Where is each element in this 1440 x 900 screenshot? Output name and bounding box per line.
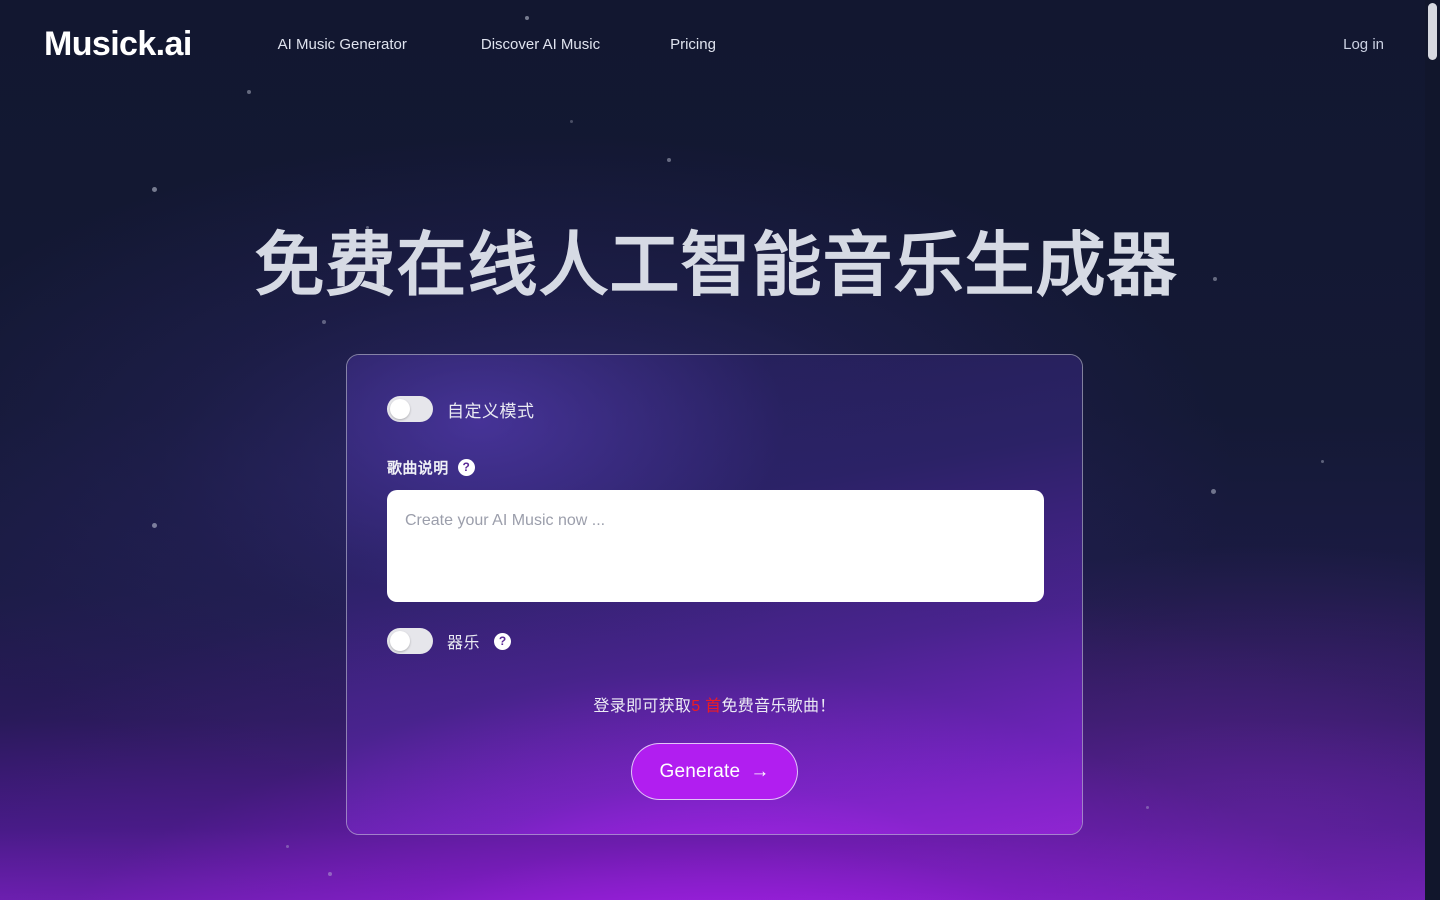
brand-logo[interactable]: Musick.ai — [44, 27, 192, 61]
star-dot — [1321, 460, 1324, 463]
scrollbar-thumb[interactable] — [1428, 3, 1437, 60]
generate-button-row: Generate → — [387, 743, 1042, 800]
star-dot — [322, 320, 326, 324]
login-promo-text: 登录即可获取5 首免费音乐歌曲！ — [387, 692, 1042, 716]
instrumental-row: 器乐 ? — [387, 628, 1042, 654]
scrollbar-track[interactable] — [1425, 0, 1440, 900]
generator-card: 自定义模式 歌曲说明 ? 器乐 ? 登录即可获取5 首免费音乐歌曲！ Gener… — [346, 354, 1083, 835]
help-circle-icon[interactable]: ? — [457, 459, 475, 476]
star-dot — [286, 845, 289, 848]
promo-highlight-count: 5 首 — [691, 698, 722, 715]
star-dot — [152, 523, 157, 528]
star-dot — [1146, 806, 1149, 809]
nav-pricing[interactable]: Pricing — [668, 30, 718, 59]
promo-suffix: 免费音乐歌曲！ — [721, 698, 836, 715]
page-title: 免费在线人工智能音乐生成器 — [254, 226, 1178, 304]
instrumental-label: 器乐 — [447, 635, 481, 652]
help-circle-icon[interactable]: ? — [494, 632, 512, 650]
star-dot — [152, 187, 157, 192]
instrumental-toggle[interactable] — [387, 628, 433, 654]
primary-nav: AI Music Generator Discover AI Music Pri… — [276, 30, 718, 59]
generate-button-label: Generate — [659, 760, 741, 782]
arrow-right-icon: → — [750, 761, 770, 782]
custom-mode-toggle[interactable] — [387, 396, 433, 422]
song-description-label: 歌曲说明 — [387, 460, 449, 477]
star-dot — [570, 120, 573, 123]
song-description-label-row: 歌曲说明 ? — [387, 457, 1042, 478]
nav-discover-ai-music[interactable]: Discover AI Music — [479, 30, 602, 59]
star-dot — [1211, 489, 1216, 494]
toggle-knob-icon — [390, 631, 410, 651]
song-description-input[interactable] — [387, 490, 1044, 602]
toggle-knob-icon — [390, 399, 410, 419]
custom-mode-label: 自定义模式 — [447, 401, 535, 421]
login-button[interactable]: Log in — [1339, 30, 1388, 59]
nav-ai-music-generator[interactable]: AI Music Generator — [276, 30, 409, 59]
header-actions: Log in — [1339, 30, 1388, 59]
star-dot — [247, 90, 251, 94]
custom-mode-row: 自定义模式 — [387, 396, 1042, 422]
generate-button[interactable]: Generate → — [631, 743, 798, 800]
star-dot — [328, 872, 332, 876]
promo-prefix: 登录即可获取 — [593, 698, 692, 715]
star-dot — [667, 158, 671, 162]
site-header: Musick.ai AI Music Generator Discover AI… — [0, 0, 1432, 88]
